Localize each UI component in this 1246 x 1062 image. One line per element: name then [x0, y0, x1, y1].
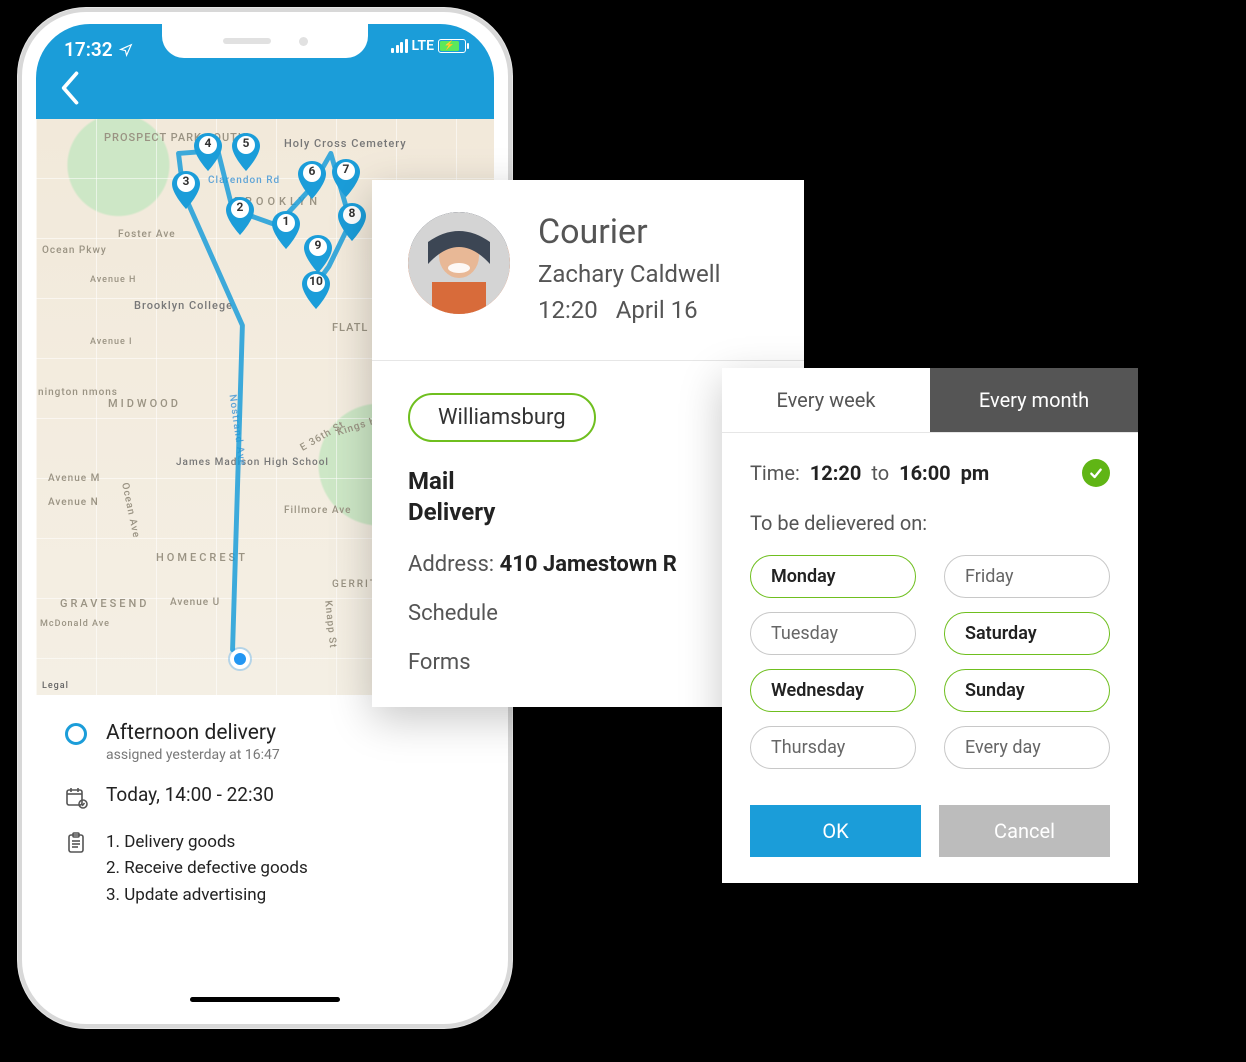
- day-pill-sunday[interactable]: Sunday: [944, 669, 1110, 712]
- district-pill[interactable]: Williamsburg: [408, 393, 596, 442]
- phone-notch: [162, 24, 368, 58]
- map-label: Avenue U: [170, 597, 220, 608]
- task-panel: Afternoon delivery assigned yesterday at…: [36, 695, 494, 954]
- schedule-tabs: Every week Every month: [722, 368, 1138, 433]
- map-label: Foster Ave: [118, 229, 176, 240]
- status-time: 17:32: [64, 38, 113, 61]
- schedule-card: Every week Every month Time: 12:20 to 16…: [722, 368, 1138, 883]
- map-label: PROSPECT PARK SOUTH: [104, 131, 247, 144]
- day-grid: Monday Friday Tuesday Saturday Wednesday Sund…: [750, 555, 1110, 769]
- check-icon: [1082, 459, 1110, 487]
- calendar-icon: [64, 785, 88, 809]
- map-label: Ocean Pkwy: [42, 245, 107, 256]
- day-pill-every-day[interactable]: Every day: [944, 726, 1110, 769]
- day-pill-thursday[interactable]: Thursday: [750, 726, 916, 769]
- day-pill-monday[interactable]: Monday: [750, 555, 916, 598]
- map-marker[interactable]: 6: [298, 161, 326, 199]
- courier-name: Zachary Caldwell: [538, 260, 720, 288]
- time-row: Time: 12:20 to 16:00 pm: [750, 459, 1110, 487]
- map-label: McDonald Ave: [40, 619, 110, 629]
- day-pill-tuesday[interactable]: Tuesday: [750, 612, 916, 655]
- tab-every-month[interactable]: Every month: [930, 368, 1138, 432]
- delivery-prompt: To be delievered on:: [750, 511, 1110, 535]
- map-marker[interactable]: 7: [332, 159, 360, 197]
- avatar: [408, 212, 510, 314]
- map-label: GRAVESEND: [60, 597, 149, 610]
- map-marker[interactable]: 3: [172, 171, 200, 209]
- map-marker[interactable]: 9: [304, 235, 332, 273]
- radio-icon[interactable]: [65, 723, 87, 745]
- map-label: nington nmons: [38, 387, 118, 398]
- signal-icon: [391, 39, 408, 53]
- map-label: Holy Cross Cemetery: [284, 137, 407, 150]
- task-assigned: assigned yesterday at 16:47: [106, 747, 280, 763]
- task-schedule: Today, 14:00 - 22:30: [106, 783, 274, 806]
- courier-timestamp: 12:20April 16: [538, 296, 720, 324]
- map-marker[interactable]: 4: [194, 133, 222, 171]
- map-marker[interactable]: 5: [232, 133, 260, 171]
- day-pill-wednesday[interactable]: Wednesday: [750, 669, 916, 712]
- courier-role: Courier: [538, 212, 720, 252]
- map-marker[interactable]: 10: [302, 271, 330, 309]
- map-label: Clarendon Rd: [208, 175, 280, 186]
- clipboard-icon: [64, 831, 88, 855]
- cancel-button[interactable]: Cancel: [939, 805, 1110, 857]
- map-label: FLATL: [332, 321, 368, 334]
- task-items: 1. Delivery goods 2. Receive defective g…: [106, 829, 308, 908]
- day-pill-saturday[interactable]: Saturday: [944, 612, 1110, 655]
- back-button[interactable]: [60, 69, 82, 111]
- map-label: James Madison High School: [176, 457, 329, 468]
- address-line: Address: 410 Jamestown R: [408, 552, 768, 577]
- ok-button[interactable]: OK: [750, 805, 921, 857]
- service-type: Mail Delivery: [408, 466, 768, 528]
- map-marker[interactable]: 1: [272, 211, 300, 249]
- schedule-link[interactable]: Schedule: [408, 601, 768, 626]
- network-label: LTE: [412, 38, 434, 54]
- map-label: Avenue N: [48, 497, 99, 508]
- map-label: Legal: [42, 681, 69, 691]
- day-pill-friday[interactable]: Friday: [944, 555, 1110, 598]
- map-label: HOMECREST: [156, 551, 248, 564]
- tab-every-week[interactable]: Every week: [722, 368, 930, 432]
- map-label: Avenue M: [48, 473, 100, 484]
- map-label: Fillmore Ave: [284, 505, 351, 516]
- battery-icon: ⚡: [438, 39, 466, 53]
- map-label: Avenue H: [90, 275, 136, 285]
- map-marker[interactable]: 8: [338, 203, 366, 241]
- forms-link[interactable]: Forms: [408, 650, 768, 675]
- map-marker[interactable]: 2: [226, 197, 254, 235]
- map-label: MIDWOOD: [108, 397, 181, 410]
- location-arrow-icon: [119, 43, 133, 57]
- current-location-dot: [230, 649, 250, 669]
- map-label: Brooklyn College: [134, 299, 233, 312]
- task-title: Afternoon delivery: [106, 721, 280, 745]
- map-label: Avenue I: [90, 337, 133, 347]
- home-indicator[interactable]: [190, 997, 340, 1003]
